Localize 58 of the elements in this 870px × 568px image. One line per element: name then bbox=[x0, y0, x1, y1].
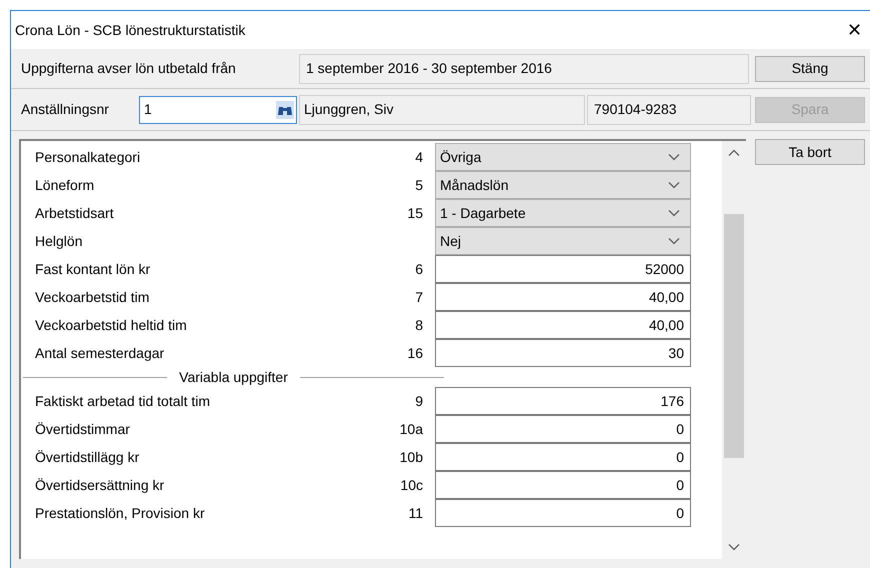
input-field[interactable]: 0 bbox=[435, 443, 691, 471]
chevron-up-icon[interactable] bbox=[728, 149, 740, 157]
field-label: Övertidsersättning kr bbox=[34, 476, 166, 495]
field-label: Antal semesterdagar bbox=[34, 344, 166, 363]
field-code: 10c bbox=[400, 476, 423, 494]
dropdown[interactable]: Nej bbox=[435, 227, 691, 255]
period-field: 1 september 2016 - 30 september 2016 bbox=[299, 54, 749, 84]
input-field[interactable]: 176 bbox=[435, 387, 691, 415]
field-code: 8 bbox=[415, 316, 423, 334]
binoculars-icon[interactable] bbox=[276, 100, 294, 118]
field-code: 11 bbox=[408, 504, 423, 522]
employee-name-field: Ljunggren, Siv bbox=[299, 94, 585, 124]
field-label: Veckoarbetstid tim bbox=[34, 288, 150, 306]
input-field[interactable]: 40,00 bbox=[435, 283, 691, 311]
chevron-down-icon bbox=[668, 181, 680, 189]
dropdown[interactable]: Månadslön bbox=[435, 171, 691, 199]
input-field[interactable]: 0 bbox=[435, 415, 691, 443]
field-code: 9 bbox=[415, 392, 423, 410]
employee-label: Anställningsnr bbox=[21, 100, 110, 119]
close-button[interactable]: ✕ bbox=[847, 21, 862, 39]
field-label: Prestationslön, Provision kr bbox=[34, 504, 206, 522]
action-button[interactable]: Ta bort bbox=[755, 139, 865, 165]
field-label: Veckoarbetstid heltid tim bbox=[34, 316, 188, 334]
chevron-down-icon bbox=[728, 543, 740, 551]
field-code: 15 bbox=[407, 204, 423, 222]
field-code: 16 bbox=[407, 344, 423, 362]
employee-number-field[interactable]: 1 bbox=[139, 96, 297, 124]
input-field[interactable]: 52000 bbox=[435, 255, 691, 283]
field-label: Personalkategori bbox=[34, 148, 142, 167]
field-label: Övertidstimmar bbox=[34, 420, 131, 438]
action-button[interactable]: Stäng bbox=[755, 56, 865, 82]
input-field[interactable]: 30 bbox=[435, 339, 691, 367]
dropdown[interactable]: 1 - Dagarbete bbox=[435, 199, 691, 227]
dropdown[interactable]: Övriga bbox=[435, 143, 691, 171]
window-title: Crona Lön - SCB lönestrukturstatistik bbox=[15, 20, 246, 40]
field-label: Faktiskt arbetad tid totalt tim bbox=[34, 392, 212, 410]
period-label: Uppgifterna avser lön utbetald från bbox=[21, 59, 237, 78]
field-label: Arbetstidsart bbox=[34, 204, 115, 222]
field-code: 7 bbox=[415, 288, 423, 306]
input-field[interactable]: 0 bbox=[435, 499, 691, 527]
chevron-down-icon bbox=[668, 153, 680, 161]
field-label: Helglön bbox=[34, 232, 84, 251]
field-code: 10b bbox=[400, 448, 423, 466]
chevron-down-icon bbox=[668, 209, 680, 217]
field-label: Löneform bbox=[34, 176, 96, 194]
field-label: Fast kontant lön kr bbox=[34, 260, 152, 278]
field-code: 6 bbox=[415, 260, 423, 278]
chevron-down-icon bbox=[668, 237, 680, 245]
field-code: 5 bbox=[415, 176, 423, 194]
input-field[interactable]: 0 bbox=[435, 471, 691, 499]
field-code: 4 bbox=[415, 148, 423, 166]
field-label: Övertidstillägg kr bbox=[34, 448, 140, 467]
scrollbar[interactable] bbox=[722, 141, 746, 559]
scrollbar-thumb[interactable] bbox=[724, 214, 744, 458]
input-field[interactable]: 40,00 bbox=[435, 311, 691, 339]
field-code: 10a bbox=[400, 420, 423, 438]
section-heading: Variabla uppgifter bbox=[179, 368, 288, 387]
personal-number-field: 790104-9283 bbox=[587, 94, 751, 124]
